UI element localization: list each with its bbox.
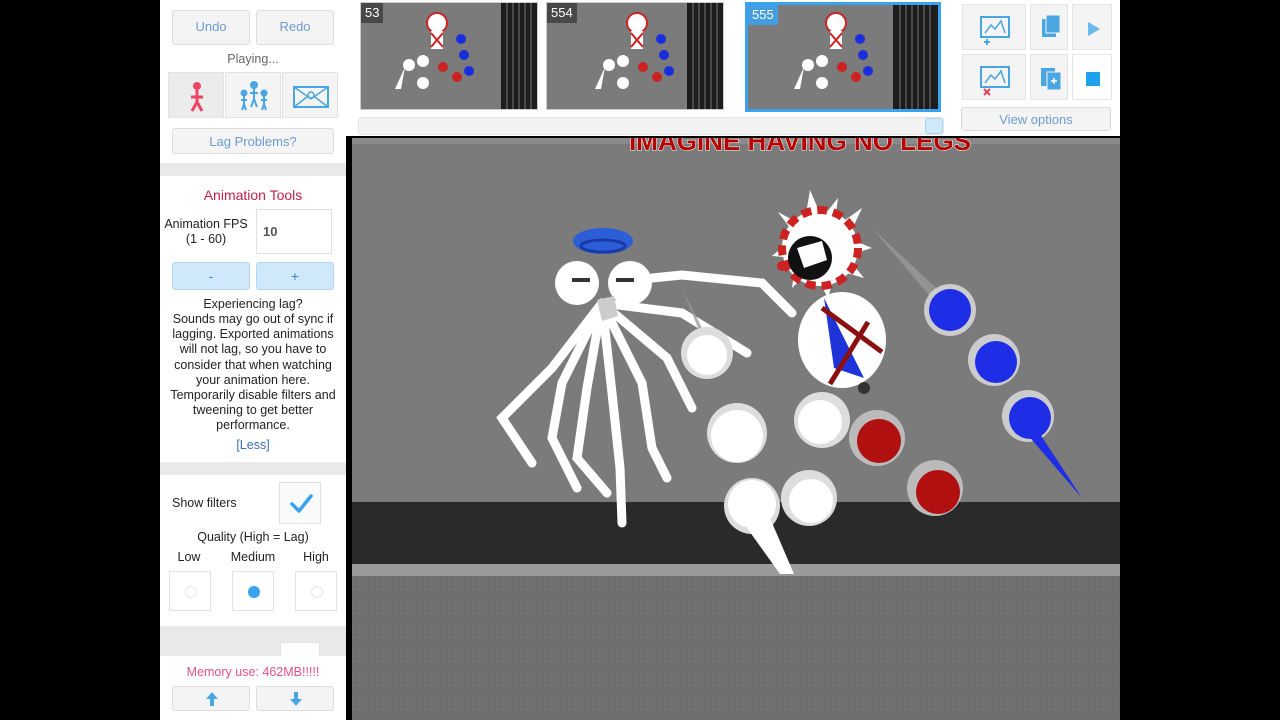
- arrow-down-icon: [290, 692, 302, 706]
- tools-side-panel: Undo Redo Playing... Lag Problems? Anima…: [160, 0, 346, 720]
- less-link[interactable]: [Less]: [160, 438, 346, 452]
- scene-icon: [293, 86, 329, 108]
- copy-frame-button[interactable]: [1030, 4, 1068, 50]
- stick-figure-icon: [190, 82, 204, 112]
- show-filters-checkbox[interactable]: [279, 482, 321, 524]
- fps-label-line1: Animation FPS: [164, 217, 248, 231]
- frame-actions-panel: View options: [952, 0, 1120, 136]
- frame-number: 555: [748, 5, 778, 25]
- move-up-button[interactable]: [172, 686, 250, 711]
- lag-heading: Experiencing lag?: [203, 297, 303, 311]
- play-button[interactable]: [1072, 4, 1112, 50]
- timeline-scrollbar[interactable]: [358, 117, 944, 135]
- frame-preview-image: [361, 3, 537, 109]
- frame-thumbnail[interactable]: 554: [546, 2, 724, 110]
- frame-number: 53: [361, 3, 384, 23]
- hidden-control-edge: [280, 642, 320, 656]
- frame-number: 554: [547, 3, 577, 23]
- fps-label: Animation FPS (1 - 60): [162, 217, 250, 247]
- show-filters-label: Show filters: [172, 496, 237, 510]
- fps-input[interactable]: 10: [256, 209, 332, 254]
- stop-button[interactable]: [1072, 54, 1112, 100]
- animation-canvas[interactable]: IMAGINE HAVING NO LEGS: [352, 138, 1120, 720]
- quality-low-label: Low: [177, 550, 201, 564]
- add-frame-button[interactable]: [962, 4, 1026, 50]
- paste-frame-icon: [1041, 68, 1062, 91]
- quality-high-label: High: [303, 550, 329, 564]
- quality-medium-label: Medium: [230, 550, 276, 564]
- banner-text: IMAGINE HAVING NO LEGS: [629, 138, 971, 156]
- move-down-button[interactable]: [256, 686, 334, 711]
- group-figures-mode-button[interactable]: [225, 72, 281, 118]
- quality-medium-radio[interactable]: [232, 571, 274, 611]
- quality-title: Quality (High = Lag): [197, 530, 309, 544]
- delete-frame-icon: [980, 66, 1010, 96]
- paste-frame-button[interactable]: [1030, 54, 1068, 100]
- quality-high-radio[interactable]: [295, 571, 337, 611]
- fps-increase-button[interactable]: +: [256, 262, 334, 290]
- redo-button[interactable]: Redo: [256, 10, 334, 45]
- checkmark-icon: [290, 494, 313, 513]
- playback-status: Playing...: [227, 52, 279, 66]
- lag-problems-button[interactable]: Lag Problems?: [172, 128, 334, 154]
- stick-figure-mode-button[interactable]: [168, 72, 224, 118]
- undo-button[interactable]: Undo: [172, 10, 250, 45]
- quality-low-radio[interactable]: [169, 571, 211, 611]
- copy-frame-icon: [1042, 14, 1061, 37]
- view-options-button[interactable]: View options: [961, 107, 1111, 131]
- scene-mode-button[interactable]: [282, 72, 338, 118]
- stop-icon: [1086, 72, 1100, 86]
- animation-tools-title: Animation Tools: [203, 187, 303, 203]
- frame-thumbnail[interactable]: 53: [360, 2, 538, 110]
- lag-explanation: Sounds may go out of sync if lagging. Ex…: [170, 312, 336, 433]
- frame-thumbnail-selected[interactable]: 555: [745, 2, 941, 112]
- arrow-up-icon: [206, 692, 218, 706]
- play-icon: [1088, 22, 1100, 36]
- timeline-scroll-thumb[interactable]: [925, 118, 943, 134]
- fps-decrease-button[interactable]: -: [172, 262, 250, 290]
- delete-frame-button[interactable]: [962, 54, 1026, 100]
- add-frame-icon: [980, 16, 1010, 45]
- section-divider: [160, 163, 346, 176]
- group-figures-icon: [240, 81, 268, 111]
- section-divider: [160, 462, 346, 475]
- fps-label-line2: (1 - 60): [185, 232, 227, 246]
- memory-usage: Memory use: 462MB!!!!!: [186, 665, 320, 679]
- scene-image: IMAGINE HAVING NO LEGS: [352, 138, 1120, 720]
